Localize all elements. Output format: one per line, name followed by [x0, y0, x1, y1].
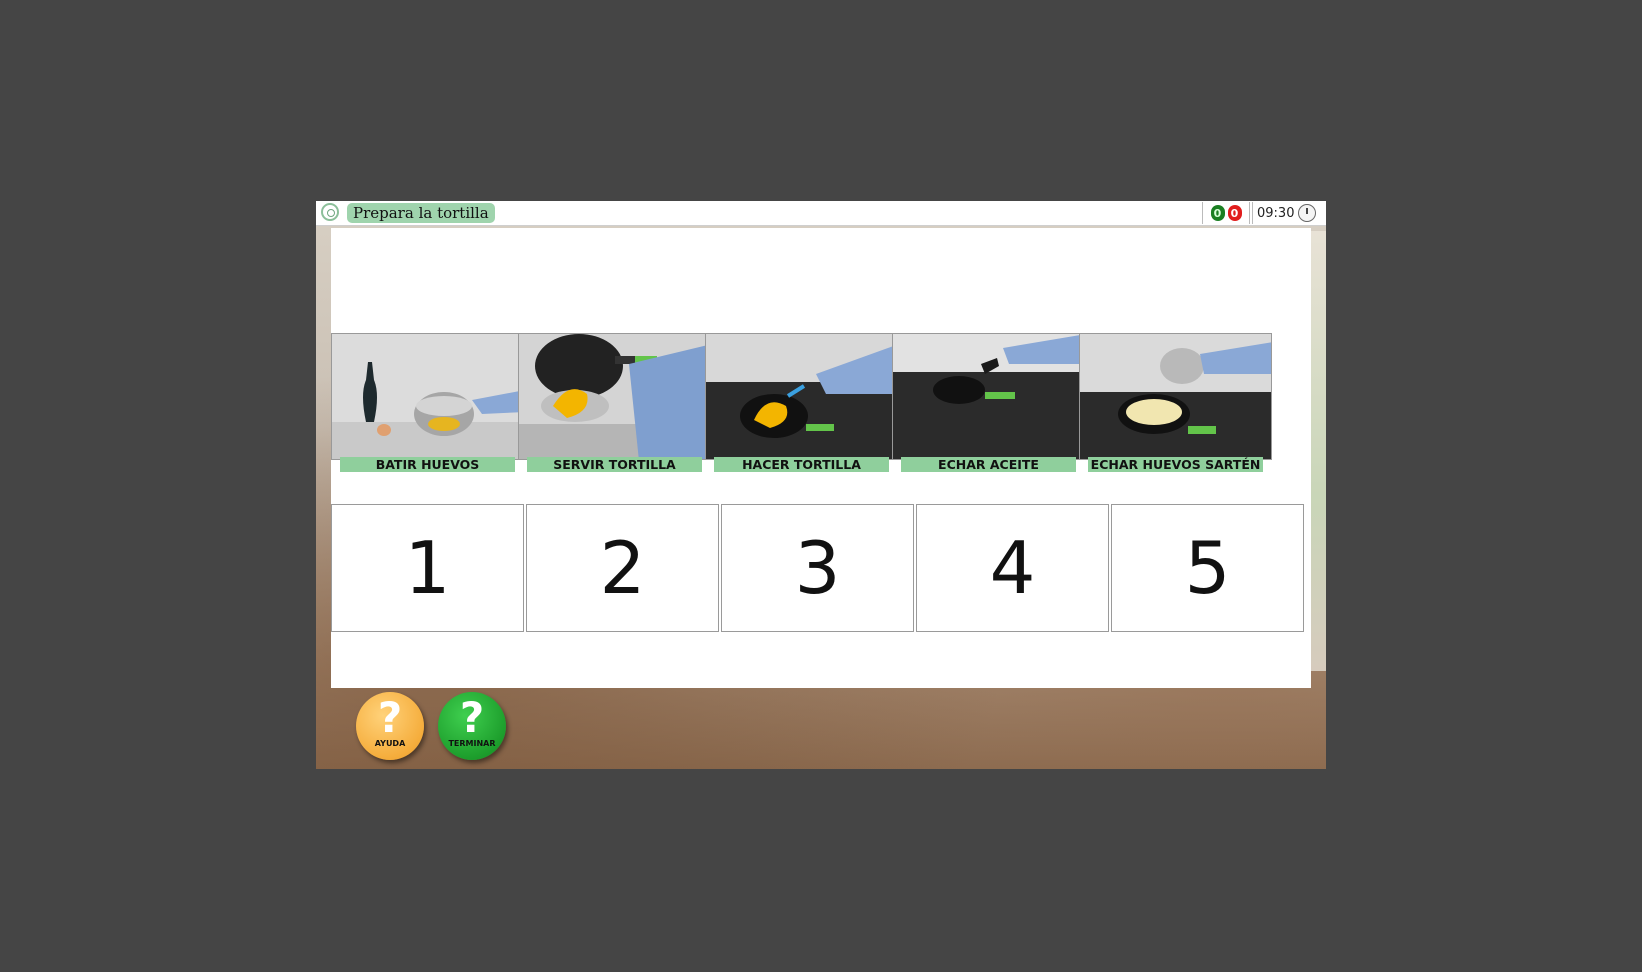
step-card-echar-huevos-sarten[interactable]: ECHAR HUEVOS SARTÉN — [1079, 333, 1272, 473]
timer-value: 09:30 — [1257, 205, 1295, 221]
activity-window: Prepara la tortilla 0 0 09:30 BATIR HUEV… — [316, 201, 1326, 769]
score-counter: 0 0 — [1202, 202, 1250, 224]
drop-slot-3[interactable]: 3 — [721, 504, 914, 632]
question-mark-icon: ? — [377, 693, 403, 742]
finish-button[interactable]: ? TERMINAR — [438, 692, 506, 760]
correct-count-badge: 0 — [1210, 205, 1225, 221]
step-card-label: ECHAR ACEITE — [901, 457, 1076, 472]
step-card-label: BATIR HUEVOS — [340, 457, 515, 472]
step-card-label: HACER TORTILLA — [714, 457, 889, 472]
step-card-label: SERVIR TORTILLA — [527, 457, 702, 472]
wrong-count-badge: 0 — [1227, 205, 1242, 221]
pour-eggs-pan-photo — [1079, 333, 1272, 460]
step-card-echar-aceite[interactable]: ECHAR ACEITE — [892, 333, 1085, 473]
step-card-hacer-tortilla[interactable]: HACER TORTILLA — [705, 333, 898, 473]
step-card-batir-huevos[interactable]: BATIR HUEVOS — [331, 333, 524, 473]
drop-slot-4[interactable]: 4 — [916, 504, 1109, 632]
help-button-label: AYUDA — [374, 739, 406, 748]
step-card-servir-tortilla[interactable]: SERVIR TORTILLA — [518, 333, 711, 473]
drop-slot-5[interactable]: 5 — [1111, 504, 1304, 632]
app-logo-icon[interactable] — [321, 203, 339, 221]
drop-slot-1[interactable]: 1 — [331, 504, 524, 632]
help-button[interactable]: ? AYUDA — [356, 692, 424, 760]
cook-omelette-photo — [705, 333, 898, 460]
drop-slot-2[interactable]: 2 — [526, 504, 719, 632]
finish-button-label: TERMINAR — [448, 739, 496, 748]
serve-omelette-photo — [518, 333, 711, 460]
pour-oil-photo — [892, 333, 1085, 460]
step-card-label: ECHAR HUEVOS SARTÉN — [1088, 457, 1263, 472]
sequence-board: BATIR HUEVOS SERVIR TORTILLA HACER TORTI… — [331, 228, 1311, 688]
whisk-eggs-photo — [331, 333, 524, 460]
clock-icon — [1298, 204, 1317, 222]
question-mark-icon: ? — [459, 693, 485, 742]
activity-title: Prepara la tortilla — [347, 203, 495, 223]
header-bar: Prepara la tortilla 0 0 09:30 — [316, 201, 1326, 226]
timer: 09:30 — [1252, 202, 1325, 224]
kitchen-background — [1310, 231, 1326, 671]
